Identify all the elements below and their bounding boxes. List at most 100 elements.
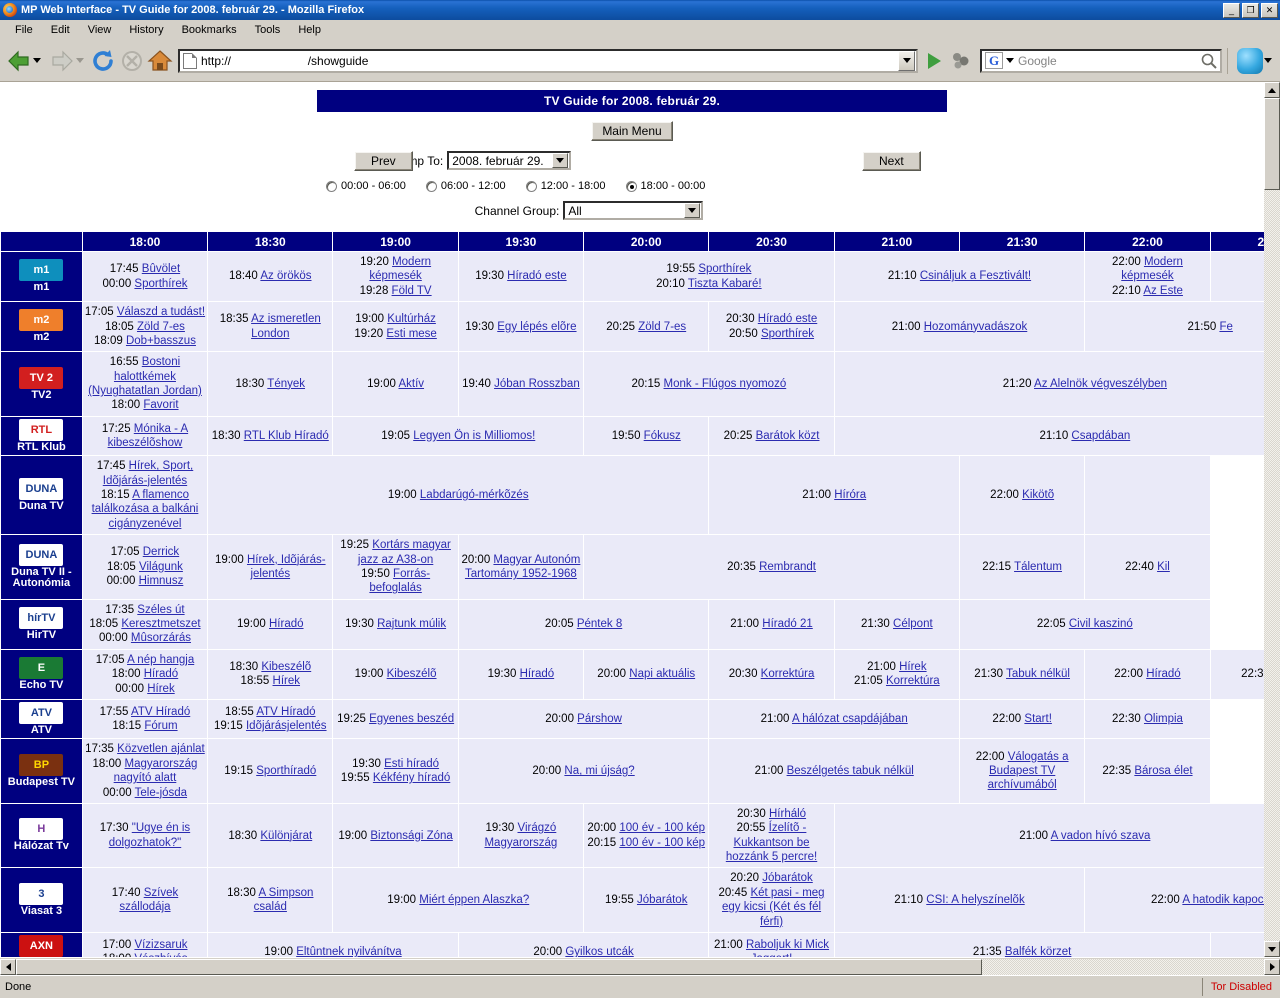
radio-icon[interactable] (425, 180, 437, 192)
program-link[interactable]: ATV Híradó (131, 706, 190, 718)
program-link[interactable]: Híróra (834, 489, 866, 501)
program-cell[interactable]: 22:05 Civil kaszinó (959, 598, 1211, 650)
channel-cell[interactable]: H Hálózat Tv (0, 802, 83, 869)
vertical-scrollbar[interactable] (1264, 82, 1280, 957)
program-cell[interactable]: 20:35 Rembrandt (583, 534, 960, 600)
program-cell[interactable]: 22:40 Kil (1084, 534, 1211, 600)
program-link[interactable]: Kil (1157, 561, 1170, 573)
program-cell[interactable]: 20:00 Gyilkos utcák (457, 931, 710, 957)
program-cell[interactable]: 19:00 Eltûntnek nyilvánítva (207, 931, 459, 957)
channel-cell[interactable]: hírTV HirTV (0, 598, 83, 650)
program-link[interactable]: Az Este (1143, 285, 1183, 297)
program-link[interactable]: Jóbarátok (762, 872, 813, 884)
program-cell[interactable]: 20:25 Zöld 7-es (583, 301, 710, 353)
scroll-up-button[interactable] (1264, 82, 1280, 98)
forward-button[interactable] (47, 44, 90, 78)
program-link[interactable]: Na, mi újság? (564, 765, 634, 777)
program-link[interactable]: Civil kaszinó (1069, 618, 1133, 630)
program-link[interactable]: Rajtunk múlik (377, 618, 446, 630)
program-link[interactable]: A hatodik kapocs (1182, 894, 1269, 906)
program-link[interactable]: Zöld 7-es (638, 321, 686, 333)
program-cell[interactable]: 21:00 Beszélgetés tabuk nélkül (708, 738, 960, 804)
program-link[interactable]: ATV Híradó (256, 706, 315, 718)
program-cell[interactable]: 19:55 Jóbarátok (583, 867, 710, 933)
program-link[interactable]: Hírek, Idõjárás-jelentés (247, 554, 326, 580)
time-range-option-0[interactable]: 00:00 - 06:00 (326, 180, 406, 192)
program-link[interactable]: Sporthírek (134, 278, 187, 290)
program-cell[interactable]: 19:00 Biztonsági Zóna (332, 802, 459, 869)
program-cell[interactable]: 21:10 Csapdában (833, 415, 1280, 457)
url-bar[interactable]: http:// /showguide (178, 48, 918, 73)
program-link[interactable]: Biztonsági Zóna (370, 830, 452, 842)
program-link[interactable]: Esti mese (386, 328, 437, 340)
program-cell[interactable]: 21:30 Célpont (833, 598, 961, 650)
program-cell[interactable]: 19:50 Fókusz (583, 415, 710, 457)
program-link[interactable]: Fókusz (644, 430, 681, 442)
program-link[interactable]: Eltûntnek nyilvánítva (296, 946, 401, 957)
program-link[interactable]: Magyarország nagyító alatt (114, 758, 198, 784)
program-cell[interactable]: 21:35 Balfék körzet (833, 931, 1211, 957)
vertical-scroll-track[interactable] (1264, 190, 1280, 941)
program-link[interactable]: A vadon hívó szava (1051, 830, 1151, 842)
time-range-option-2[interactable]: 12:00 - 18:00 (525, 180, 606, 192)
program-cell[interactable]: 19:40 Jóban Rosszban (457, 351, 585, 417)
program-cell[interactable]: 21:00 A vadon hívó szava (833, 802, 1280, 869)
program-link[interactable]: Kibeszélõ (261, 661, 311, 673)
program-link[interactable]: Himnusz (139, 575, 184, 587)
program-cell[interactable]: 20:20 Jóbarátok 20:45 Két pasi - meg egy … (708, 867, 835, 933)
url-text[interactable]: http:// /showguide (201, 54, 898, 68)
program-cell[interactable]: 17:40 Szívek szállodája (81, 867, 209, 933)
program-link[interactable]: Hírháló (769, 808, 806, 820)
program-link[interactable]: Favorit (143, 399, 178, 411)
menu-edit[interactable]: Edit (42, 22, 79, 38)
channel-cell[interactable]: 3 Viasat 3 (0, 867, 83, 933)
program-cell[interactable]: 17:45 Hírek, Sport, Idõjárás-jelentés 18:… (81, 455, 209, 536)
program-cell[interactable]: 21:10 Csináljuk a Fesztivált! (833, 250, 1086, 303)
program-cell[interactable]: 20:00 100 év - 100 kép 20:15 100 év - 100… (583, 802, 710, 869)
google-icon[interactable]: G (985, 52, 1003, 69)
program-link[interactable]: Hozományvadászok (924, 321, 1028, 333)
program-cell[interactable]: 20:00 Párshow (457, 698, 710, 740)
go-button[interactable] (922, 49, 946, 73)
program-cell[interactable]: 21:00 Raboljuk ki Mick Jaggert! (708, 931, 835, 957)
program-link[interactable]: Derrick (143, 546, 179, 558)
program-link[interactable]: Híradó (144, 668, 179, 680)
program-cell[interactable]: 17:30 "Ugye én is dolgozhatok?" (81, 802, 209, 869)
program-cell[interactable]: 22:00 Híradó (1084, 648, 1211, 700)
program-link[interactable]: 100 év - 100 kép (619, 822, 705, 834)
next-button[interactable]: Next (862, 150, 921, 171)
program-cell[interactable]: 18:30 Tények (207, 351, 334, 417)
program-link[interactable]: Start! (1024, 713, 1051, 725)
program-link[interactable]: Kékfény híradó (373, 772, 450, 784)
program-link[interactable]: Bostoni halottkémek (Nyughatatlan Jordan… (88, 356, 202, 397)
program-cell[interactable]: 22:00 Kikötõ (958, 455, 1086, 536)
program-link[interactable]: Széles út (137, 604, 184, 616)
program-cell[interactable]: 19:30 Esti híradó 19:55 Kékfény híradó (332, 738, 459, 804)
program-link[interactable]: Különjárat (260, 830, 312, 842)
program-link[interactable]: Híradó (520, 668, 555, 680)
program-cell[interactable]: 20:30 Hírháló 20:55 Ízelítõ - Kukkantson … (708, 802, 835, 869)
program-link[interactable]: Fórum (144, 720, 177, 732)
program-link[interactable]: Vészhívás (134, 953, 187, 957)
program-cell[interactable]: 22:00 Start! (958, 698, 1086, 740)
program-cell[interactable]: 19:20 Modern képmesék 19:28 Föld TV (332, 250, 459, 303)
program-cell[interactable]: 19:00 Híradó (207, 598, 334, 650)
program-link[interactable]: Kikötõ (1022, 489, 1054, 501)
program-link[interactable]: Napi aktuális (629, 668, 695, 680)
program-cell[interactable]: 18:30 Kibeszélõ 18:55 Hírek (207, 648, 334, 700)
program-link[interactable]: Az Alelnök végveszélyben (1034, 378, 1167, 390)
chevron-down-icon[interactable] (684, 203, 701, 218)
program-cell[interactable]: 22:15 Tálentum (958, 534, 1086, 600)
program-link[interactable]: Olimpia (1144, 713, 1183, 725)
program-link[interactable]: Péntek 8 (577, 618, 622, 630)
menu-tools[interactable]: Tools (246, 22, 290, 38)
menu-view[interactable]: View (79, 22, 121, 38)
program-link[interactable]: Esti híradó (384, 758, 439, 770)
program-cell[interactable]: 21:00 A hálózat csapdájában (708, 698, 960, 740)
program-cell[interactable]: 21:00 Hírek 21:05 Korrektúra (833, 648, 961, 700)
extension-button[interactable] (946, 44, 976, 78)
program-link[interactable]: Labdarúgó-mérkõzés (420, 489, 529, 501)
program-link[interactable]: Kibeszélõ (387, 668, 437, 680)
search-bar[interactable]: G Google (980, 48, 1222, 73)
program-cell[interactable]: 22:00 Válogatás a Budapest TV archívumáb… (958, 738, 1086, 804)
